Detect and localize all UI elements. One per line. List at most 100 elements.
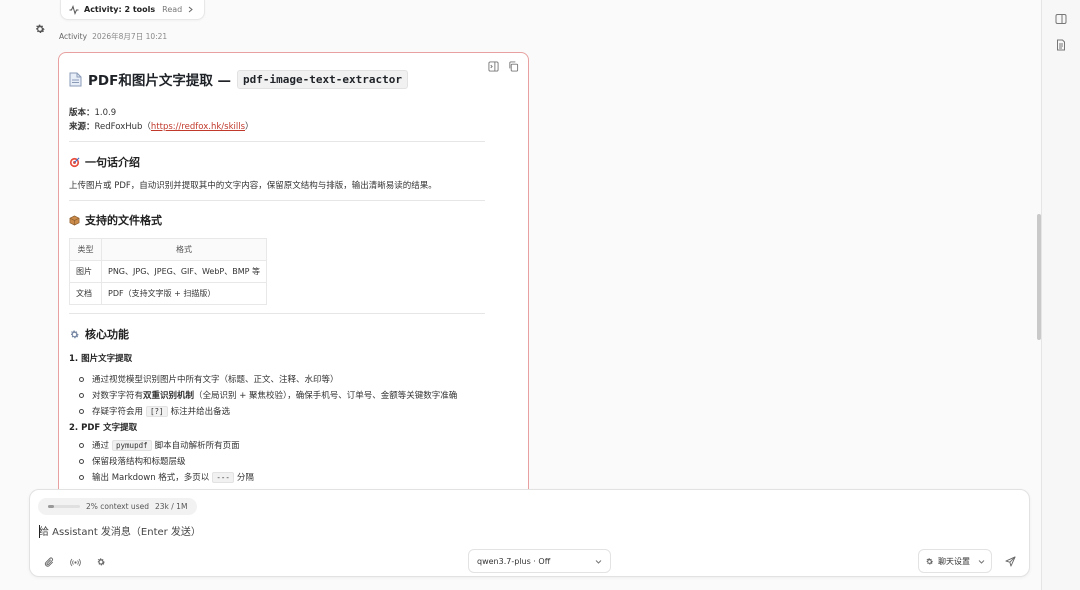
model-select-value: qwen3.7-plus · Off (477, 556, 551, 566)
table-header-row: 类型 格式 (69, 238, 267, 261)
version-line: 版本：1.0.9 (69, 106, 499, 120)
activity-read: Read (162, 5, 183, 14)
divider (69, 313, 485, 314)
gear-icon (97, 558, 105, 566)
divider (69, 141, 485, 142)
broadcast-icon (69, 558, 81, 566)
target-icon (69, 157, 80, 167)
list-item-text-pre: 输出 Markdown 格式，多页以 (92, 473, 210, 483)
doc-card: PDF和图片文字提取 — pdf-image-text-extractor 版本… (58, 52, 529, 512)
list-item-text-post: （全局识别 + 聚焦校验），确保手机号、订单号、金额等关键数字准确 (194, 391, 458, 401)
text-caret (39, 525, 40, 538)
source-link[interactable]: https://redfox.hk/skills (151, 122, 245, 132)
context-usage-pill[interactable]: 2% context used 23k / 1M (38, 498, 198, 515)
divider (69, 200, 485, 201)
source-prefix: RedFoxHub（ (94, 122, 151, 132)
table-cell: PDF（支持文字版 + 扫描版） (101, 282, 267, 305)
list-item-text-post: 脚本自动解析所有页面 (154, 441, 240, 451)
attach-button[interactable] (42, 555, 56, 569)
broadcast-button[interactable] (68, 555, 82, 569)
bullet (79, 408, 84, 414)
scrollbar[interactable] (1037, 214, 1041, 340)
table-cell: PNG、JPG、JPEG、GIF、WebP、BMP 等 (101, 260, 267, 283)
bullet (79, 392, 84, 398)
chat-settings-button[interactable]: 聊天设置 (918, 549, 992, 573)
table-header: 类型 (69, 238, 102, 261)
document-panel-button[interactable] (1050, 34, 1072, 56)
context-usage-bar (48, 505, 80, 508)
context-usage-fill (48, 505, 54, 508)
gear-icon (926, 557, 934, 565)
doc-content: PDF和图片文字提取 — pdf-image-text-extractor 版本… (69, 67, 499, 485)
panel-icon (1055, 14, 1067, 24)
package-icon (69, 215, 80, 225)
list-item-text-pre: 存疑字符会用 (92, 407, 144, 417)
inline-code: [?] (146, 405, 168, 417)
gear-icon (36, 24, 45, 34)
list-item-text-pre: 通过 (92, 441, 110, 451)
table-row: 图片 PNG、JPG、JPEG、GIF、WebP、BMP 等 (69, 260, 267, 283)
list-item: 存疑字符会用 [?] 标注并给出备选 (69, 403, 499, 419)
version-label: 版本： (69, 108, 95, 118)
list-item-bold: 双重识别机制 (143, 391, 195, 401)
activity-title: Activity: 2 tools (84, 5, 156, 14)
list-item: 输出 Markdown 格式，多页以 --- 分隔 (69, 469, 499, 485)
context-usage-text: 2% context used (86, 502, 149, 511)
section-title: 1. 图片文字提取 (69, 354, 133, 364)
list-item-text: 保留段落结构和标题层级 (92, 457, 186, 467)
formats-table: 类型 格式 图片 PNG、JPG、JPEG、GIF、WebP、BMP 等 文档 … (69, 238, 267, 305)
paperclip-icon (44, 557, 53, 567)
list-item-text-pre: 对数字字符有 (92, 391, 144, 401)
copy-icon (508, 60, 518, 72)
gear-icon (70, 330, 79, 338)
right-rail (1041, 0, 1080, 590)
list-item: 通过视觉模型识别图片中所有文字（标题、正文、注释、水印等） (69, 371, 499, 387)
list-item: 对数字字符有 双重识别机制 （全局识别 + 聚焦校验），确保手机号、订单号、金额等关… (69, 387, 499, 403)
doc-title: PDF和图片文字提取 — pdf-image-text-extractor (69, 67, 499, 91)
list-item-text-post: 分隔 (236, 473, 254, 483)
chat-settings-label: 聊天设置 (938, 556, 970, 566)
settings-button[interactable] (31, 20, 49, 38)
list-item: 通过 pymupdf 脚本自动解析所有页面 (69, 437, 499, 453)
bullet (79, 442, 84, 448)
table-cell: 文档 (69, 282, 102, 305)
inline-code: --- (212, 471, 234, 483)
composer: 2% context used 23k / 1M qwen3.7-plus · … (29, 489, 1030, 577)
document-icon (69, 72, 82, 86)
send-icon (1004, 555, 1016, 567)
formats-heading-text: 支持的文件格式 (85, 214, 162, 227)
doc-meta: 版本：1.0.9 来源：RedFoxHub（https://redfox.hk/… (69, 106, 499, 134)
bullet (79, 376, 84, 382)
table-cell: 图片 (69, 260, 102, 283)
composer-settings-button[interactable] (94, 555, 108, 569)
intro-heading: 一句话介绍 (69, 152, 499, 172)
chevron-down-icon (978, 559, 985, 564)
source-line: 来源：RedFoxHub（https://redfox.hk/skills） (69, 120, 499, 134)
activity-meta: Activity 2026年8月7日 10:21 (59, 31, 167, 42)
source-suffix: ） (245, 122, 254, 132)
chevron-down-icon (595, 559, 602, 564)
model-select[interactable]: qwen3.7-plus · Off (468, 549, 611, 573)
list-item-text-post: 标注并给出备选 (170, 407, 231, 417)
core-heading: 核心功能 (69, 324, 499, 344)
doc-title-text: PDF和图片文字提取 — (88, 73, 232, 89)
doc-title-code: pdf-image-text-extractor (237, 69, 408, 89)
list-item: 保留段落结构和标题层级 (69, 453, 499, 469)
message-input[interactable] (39, 524, 919, 540)
activity-pill[interactable]: Activity: 2 tools Read (60, 0, 206, 20)
copy-button[interactable] (506, 59, 520, 73)
table-row: 文档 PDF（支持文字版 + 扫描版） (69, 282, 267, 305)
inline-code: pymupdf (112, 439, 152, 451)
activity-pulse-icon (69, 4, 79, 15)
chevron-right-icon (188, 6, 194, 13)
bullet (79, 474, 84, 480)
bullet (79, 458, 84, 464)
send-button[interactable] (1002, 553, 1018, 569)
core-heading-text: 核心功能 (85, 328, 129, 341)
context-usage-tokens: 23k / 1M (154, 502, 188, 511)
formats-heading: 支持的文件格式 (69, 210, 499, 230)
panel-toggle-button[interactable] (1050, 8, 1072, 30)
intro-text: 上传图片或 PDF，自动识别并提取其中的文字内容，保留原文结构与排版，输出清晰易… (69, 181, 437, 191)
version-value: 1.0.9 (94, 108, 117, 118)
intro-heading-text: 一句话介绍 (85, 156, 140, 169)
